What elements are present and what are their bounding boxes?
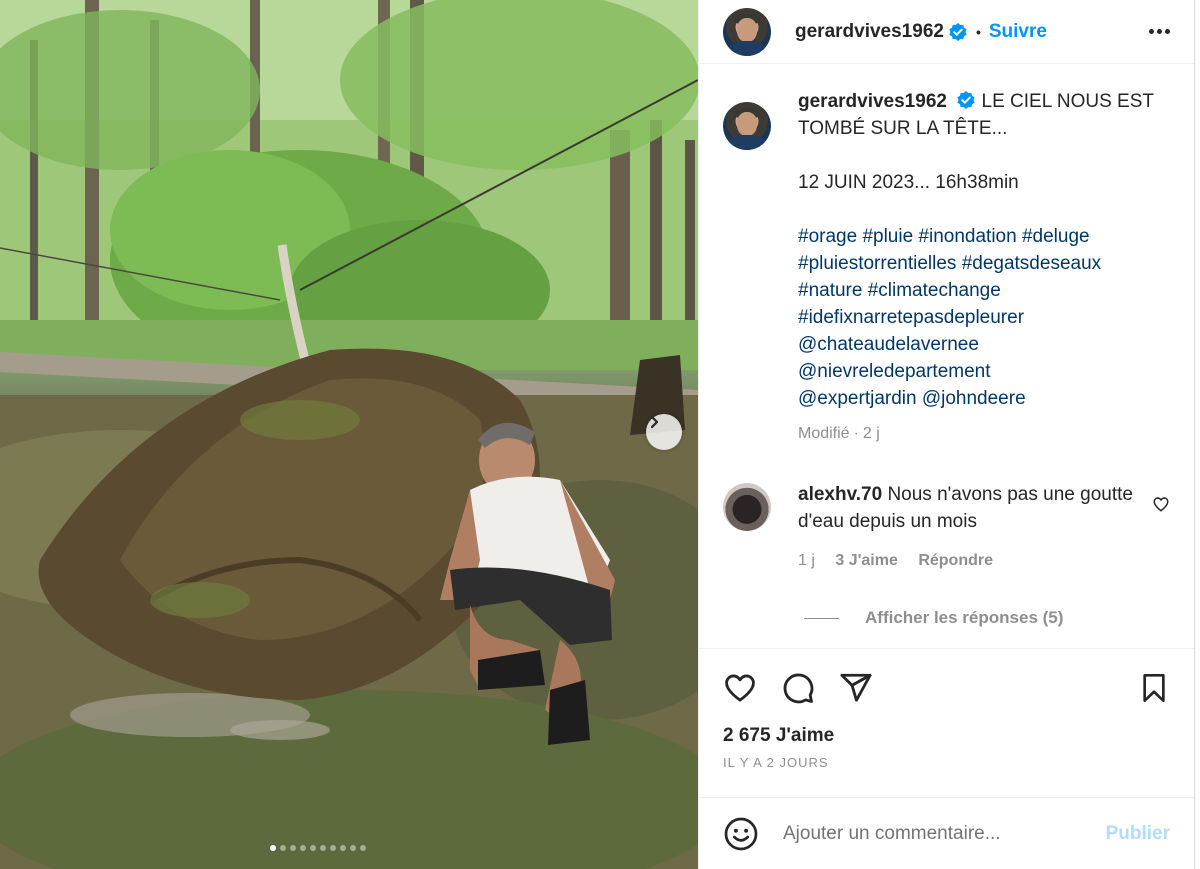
author-username[interactable]: gerardvives1962: [795, 21, 944, 43]
carousel-dot: [360, 845, 366, 851]
carousel-dot: [300, 845, 306, 851]
comment-likes[interactable]: 3 J'aime: [835, 552, 898, 569]
emoji-button[interactable]: [723, 816, 759, 852]
post-header: gerardvives1962 • Suivre: [699, 0, 1194, 64]
photo-scene: [0, 0, 698, 869]
comment-body: alexhv.70 Nous n'avons pas une goutte d'…: [798, 481, 1138, 574]
save-button[interactable]: [1138, 671, 1170, 705]
chevron-right-icon: [650, 415, 659, 429]
more-options-button[interactable]: [1149, 29, 1170, 34]
emoji-icon: [724, 817, 758, 850]
carousel-dot: [280, 845, 286, 851]
carousel-dot: [310, 845, 316, 851]
replies-line: [804, 617, 839, 619]
carousel-indicator: [270, 845, 366, 851]
comment-input[interactable]: [783, 822, 1083, 845]
author-avatar[interactable]: [723, 7, 771, 56]
tag-line[interactable]: #idefixnarretepasdepleurer: [798, 304, 1170, 331]
comment-icon: [783, 673, 814, 704]
post-date[interactable]: IL Y A 2 JOURS: [723, 755, 1170, 770]
carousel-dot: [330, 845, 336, 851]
caption-username[interactable]: gerardvives1962: [798, 91, 947, 112]
caption-age[interactable]: 2 j: [863, 425, 880, 442]
share-icon: [840, 673, 872, 702]
caption: gerardvives1962 LE CIEL NOUS EST TOMBÉ S…: [798, 88, 1170, 447]
comment-meta: 1 j 3 J'aime Répondre: [798, 547, 1138, 574]
view-replies-button[interactable]: Afficher les réponses (5): [804, 608, 1170, 628]
verified-badge-icon: [949, 22, 967, 41]
likes-count[interactable]: 2 675 J'aime: [723, 725, 1170, 747]
next-slide-button[interactable]: [646, 414, 682, 450]
carousel-dot: [350, 845, 356, 851]
like-comment-heart-icon[interactable]: [1152, 495, 1170, 513]
edited-label: Modifié: [798, 425, 850, 442]
carousel-dot: [340, 845, 346, 851]
caption-row: gerardvives1962 LE CIEL NOUS EST TOMBÉ S…: [723, 88, 1170, 447]
carousel-dot: [290, 845, 296, 851]
tag-line[interactable]: #pluiestorrentielles #degatsdeseaux: [798, 250, 1170, 277]
comments-section: gerardvives1962 LE CIEL NOUS EST TOMBÉ S…: [699, 88, 1194, 628]
follow-button[interactable]: Suivre: [989, 21, 1047, 43]
caption-meta: Modifié · 2 j: [798, 420, 1170, 447]
carousel-dot: [320, 845, 326, 851]
add-comment-bar: Publier: [699, 797, 1194, 869]
action-icons: [723, 671, 1170, 705]
mention-line[interactable]: @expertjardin @johndeere: [798, 385, 1170, 412]
mention-line[interactable]: @chateaudelavernee: [798, 331, 1170, 358]
heart-icon: [725, 674, 755, 702]
post-photo[interactable]: [0, 0, 698, 869]
like-button[interactable]: [723, 671, 757, 705]
reply-button[interactable]: Répondre: [918, 552, 993, 569]
caption-tags: #orage #pluie #inondation #deluge #pluie…: [798, 223, 1170, 412]
caption-date-line: 12 JUIN 2023... 16h38min: [798, 172, 1019, 193]
comment-button[interactable]: [781, 671, 815, 705]
comment-time[interactable]: 1 j: [798, 552, 815, 569]
view-replies-label: Afficher les réponses (5): [865, 608, 1064, 627]
commenter-avatar[interactable]: [723, 483, 771, 531]
verified-badge-icon: [957, 90, 975, 109]
commenter-username[interactable]: alexhv.70: [798, 484, 882, 505]
tag-line[interactable]: #orage #pluie #inondation #deluge: [798, 223, 1170, 250]
share-button[interactable]: [839, 671, 873, 705]
tag-line[interactable]: #nature #climatechange: [798, 277, 1170, 304]
header-separator: •: [975, 23, 981, 40]
post-side-panel: gerardvives1962 • Suivre gerardvives1962…: [698, 0, 1195, 869]
more-icon: [1149, 29, 1154, 34]
caption-avatar[interactable]: [723, 102, 771, 150]
meta-dot: ·: [853, 425, 859, 442]
mention-line[interactable]: @nievreledepartement: [798, 358, 1170, 385]
carousel-dot: [270, 845, 276, 851]
publish-button[interactable]: Publier: [1106, 823, 1170, 845]
post-actions: 2 675 J'aime IL Y A 2 JOURS: [699, 648, 1194, 770]
comment-item: alexhv.70 Nous n'avons pas une goutte d'…: [723, 481, 1170, 574]
bookmark-icon: [1143, 674, 1165, 702]
